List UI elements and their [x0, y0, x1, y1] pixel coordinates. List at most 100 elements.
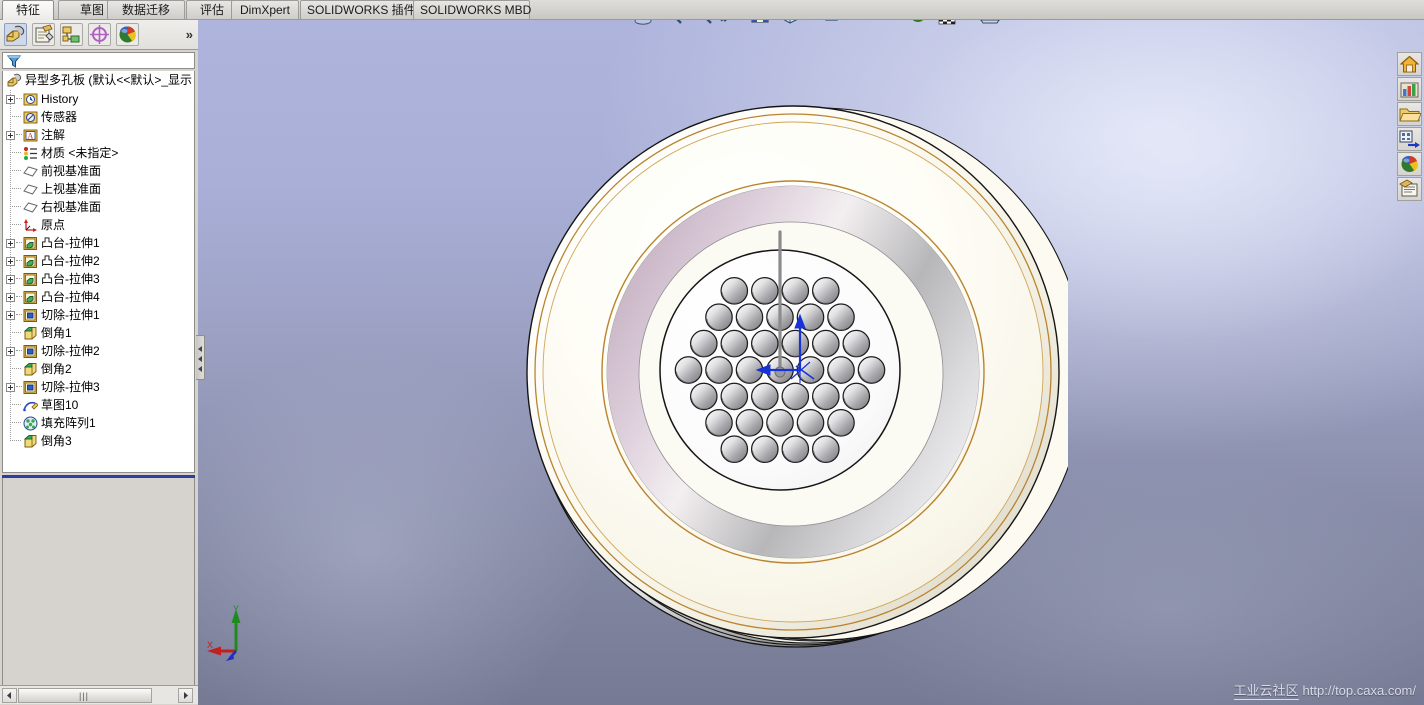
design-library-icon[interactable]	[1397, 77, 1422, 101]
tree-item-label: 凸台-拉伸2	[41, 254, 100, 268]
tree-expand-toggle[interactable]	[6, 383, 15, 392]
edit-appearance-icon[interactable]	[862, 20, 888, 26]
tree-item-14[interactable]: 切除-拉伸2	[3, 342, 194, 360]
tree-item-11[interactable]: 凸台-拉伸4	[3, 288, 194, 306]
tree-item-19[interactable]: 倒角3	[3, 432, 194, 450]
tree-expand-toggle[interactable]	[6, 131, 15, 140]
history-icon	[23, 92, 38, 107]
tree-item-4[interactable]: 前视基准面	[3, 162, 194, 180]
tree-filter-input[interactable]	[2, 52, 195, 69]
tree-item-5[interactable]: 上视基准面	[3, 180, 194, 198]
plate-hole	[750, 329, 779, 358]
tree-item-9[interactable]: 凸台-拉伸2	[3, 252, 194, 270]
view-orientation-icon[interactable]	[747, 20, 773, 26]
chamfer-icon	[23, 362, 38, 377]
custom-properties-icon[interactable]	[1397, 177, 1422, 201]
tree-item-13[interactable]: 倒角1	[3, 324, 194, 342]
tree-item-3[interactable]: 材质 <未指定>	[3, 144, 194, 162]
heads-up-view-toolbar[interactable]: A	[630, 20, 1016, 28]
scroll-thumb[interactable]: |||	[18, 688, 152, 703]
fill-pattern-icon	[23, 416, 38, 431]
ribbon-tab-4[interactable]: DimXpert	[231, 0, 299, 19]
restore-down-icon[interactable]	[1373, 20, 1395, 21]
restore-left-pane-icon[interactable]	[1297, 20, 1319, 21]
tree-item-8[interactable]: 凸台-拉伸1	[3, 234, 194, 252]
scroll-right-button[interactable]	[178, 688, 193, 703]
annotation-icon: A	[23, 128, 38, 143]
edit-feature-icon[interactable]	[32, 23, 55, 46]
tree-expand-toggle[interactable]	[6, 95, 15, 104]
minimize-icon[interactable]	[1347, 20, 1369, 21]
tree-item-label: 填充阵列1	[41, 416, 96, 430]
tree-expand-toggle[interactable]	[6, 293, 15, 302]
task-pane-tabs[interactable]	[1397, 52, 1424, 202]
plate-hole	[720, 382, 749, 411]
display-style-icon[interactable]: A	[777, 20, 803, 26]
rebuild-icon[interactable]	[60, 23, 83, 46]
apply-scene-icon[interactable]	[905, 20, 931, 26]
ribbon-tab-0[interactable]: 特征	[2, 0, 54, 20]
panel-splitter-handle[interactable]	[196, 335, 205, 380]
tree-item-0[interactable]: History	[3, 90, 194, 108]
tree-expand-toggle[interactable]	[6, 347, 15, 356]
view-palette-icon[interactable]	[1397, 127, 1422, 151]
solidworks-resources-icon[interactable]	[1397, 52, 1422, 76]
extruded-boss-base-icon[interactable]	[4, 23, 27, 46]
previous-view-icon[interactable]	[689, 20, 715, 26]
file-explorer-icon[interactable]	[1397, 102, 1422, 126]
view-settings-caret-icon[interactable]	[1006, 20, 1016, 26]
tree-expand-toggle[interactable]	[6, 257, 15, 266]
tree-connector-dot	[16, 314, 22, 316]
section-view-icon[interactable]	[718, 20, 744, 26]
ribbon-tab-label: DimXpert	[239, 3, 290, 17]
ribbon-tab-2[interactable]: 数据迁移	[107, 0, 185, 19]
filter-funnel-icon	[6, 55, 22, 68]
tree-expand-toggle[interactable]	[6, 311, 15, 320]
ribbon-tab-6[interactable]: SOLIDWORKS MBD	[413, 0, 531, 19]
appearance-sphere-icon[interactable]	[116, 23, 139, 46]
tree-item-label: 倒角3	[41, 434, 72, 448]
plate-hole	[827, 356, 855, 384]
appearance-caret-icon[interactable]	[891, 20, 901, 26]
tree-item-label: 倒角1	[41, 326, 72, 340]
tree-item-7[interactable]: 原点	[3, 216, 194, 234]
tree-item-6[interactable]: 右视基准面	[3, 198, 194, 216]
plate-hole	[720, 276, 749, 305]
tree-item-10[interactable]: 凸台-拉伸3	[3, 270, 194, 288]
feature-tree[interactable]: 异型多孔板 (默认<<默认>_显示 History 传感器 A 注解 材质 <未指定> 前视…	[2, 71, 195, 473]
perforated-plate-model[interactable]	[508, 95, 1068, 655]
tree-connector-dot	[16, 98, 22, 100]
tree-item-17[interactable]: 草图10	[3, 396, 194, 414]
tree-item-1[interactable]: 传感器	[3, 108, 194, 126]
scene-caret-icon[interactable]	[963, 20, 973, 26]
hide-show-items-icon[interactable]	[819, 20, 845, 26]
ribbon-tab-5[interactable]: SOLIDWORKS 插件	[300, 0, 416, 19]
document-window-controls[interactable]	[1297, 20, 1420, 21]
panel-overflow-chevron[interactable]: »	[186, 27, 193, 42]
tree-root-item[interactable]: 异型多孔板 (默认<<默认>_显示	[3, 71, 194, 90]
tree-expand-toggle[interactable]	[6, 275, 15, 284]
restore-right-pane-icon[interactable]	[1322, 20, 1344, 21]
scroll-left-button[interactable]	[2, 688, 17, 703]
tree-item-label: 传感器	[41, 110, 78, 124]
plate-hole	[827, 303, 855, 332]
view-settings-icon[interactable]	[977, 20, 1003, 26]
display-style-caret-icon[interactable]	[806, 20, 816, 26]
tree-expand-toggle[interactable]	[6, 239, 15, 248]
tree-connector-dot	[10, 152, 21, 154]
close-icon[interactable]	[1398, 20, 1420, 21]
zoom-to-area-icon[interactable]	[659, 20, 685, 26]
scene-variant-icon[interactable]	[934, 20, 960, 26]
zoom-to-fit-icon[interactable]	[630, 20, 656, 26]
display-state-icon[interactable]	[88, 23, 111, 46]
tree-item-2[interactable]: A 注解	[3, 126, 194, 144]
tree-item-15[interactable]: 倒角2	[3, 360, 194, 378]
tree-item-18[interactable]: 填充阵列1	[3, 414, 194, 432]
tree-horizontal-scrollbar[interactable]: |||	[0, 685, 198, 704]
hide-show-caret-icon[interactable]	[849, 20, 859, 26]
tree-item-16[interactable]: 切除-拉伸3	[3, 378, 194, 396]
graphics-viewport[interactable]: A	[198, 20, 1424, 705]
plate-hole	[689, 329, 718, 358]
tree-item-12[interactable]: 切除-拉伸1	[3, 306, 194, 324]
appearances-scenes-icon[interactable]	[1397, 152, 1422, 176]
